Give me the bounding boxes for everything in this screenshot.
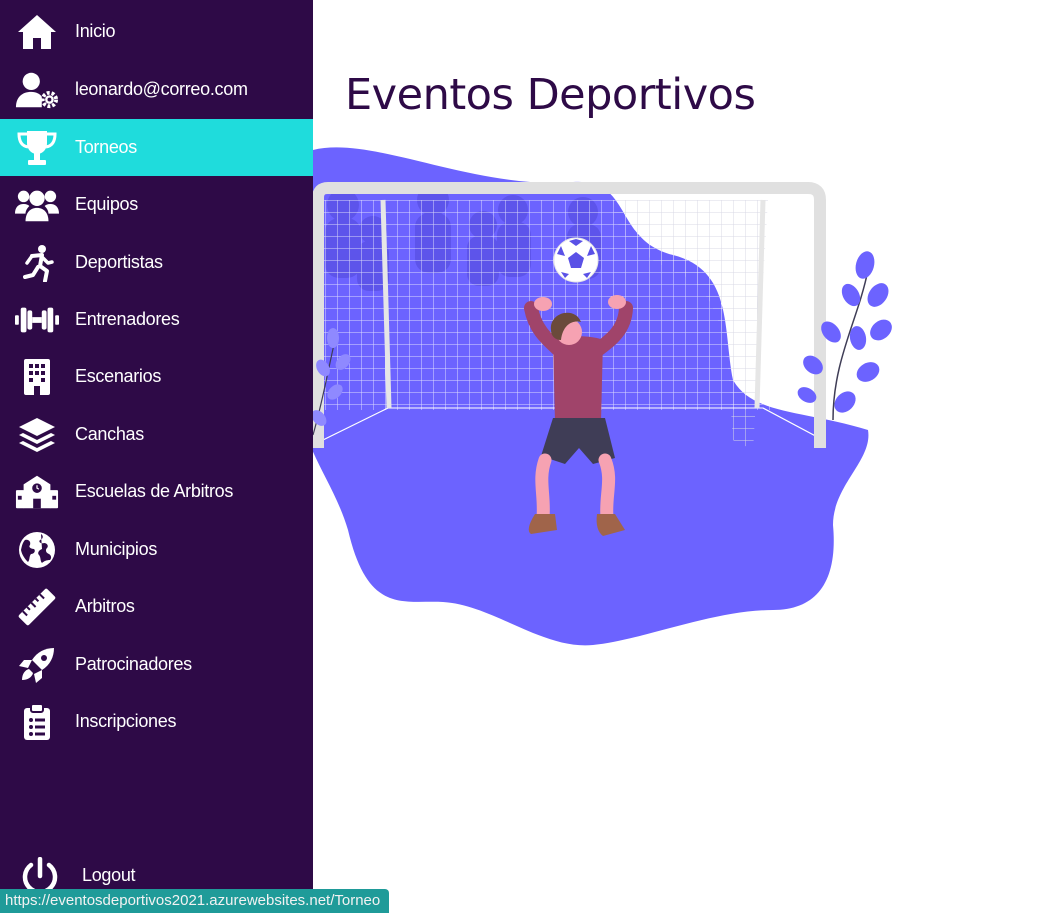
home-icon bbox=[15, 10, 59, 54]
sidebar-item-label: Patrocinadores bbox=[75, 654, 192, 674]
sidebar-item-label: Equipos bbox=[75, 194, 138, 214]
goalkeeper-illustration bbox=[303, 140, 903, 660]
sidebar-item-inicio[interactable]: Inicio bbox=[0, 3, 313, 60]
running-icon bbox=[15, 241, 59, 285]
layers-icon bbox=[15, 413, 59, 457]
dumbbell-icon bbox=[15, 298, 59, 342]
logout-label: Logout bbox=[82, 865, 136, 885]
sidebar-item-escenarios[interactable]: Escenarios bbox=[0, 348, 313, 405]
sidebar: Inicio leonardo@correo.com Torneos Equip… bbox=[0, 0, 313, 913]
sidebar-item-municipios[interactable]: Municipios bbox=[0, 521, 313, 578]
sidebar-item-label: Municipios bbox=[75, 539, 158, 559]
sidebar-item-label: Escuelas de Arbitros bbox=[75, 481, 234, 501]
building-icon bbox=[15, 355, 59, 399]
sidebar-item-patrocinadores[interactable]: Patrocinadores bbox=[0, 636, 313, 693]
school-icon bbox=[15, 470, 59, 514]
sidebar-item-label: Inscripciones bbox=[75, 711, 177, 731]
rocket-icon bbox=[15, 643, 59, 687]
soccer-ball bbox=[553, 237, 599, 283]
sidebar-item-entrenadores[interactable]: Entrenadores bbox=[0, 291, 313, 348]
sidebar-item-deportistas[interactable]: Deportistas bbox=[0, 234, 313, 291]
sidebar-item-label: leonardo@correo.com bbox=[75, 79, 248, 99]
page-title: Eventos Deportivos bbox=[345, 70, 756, 120]
plant-right bbox=[797, 251, 892, 421]
sidebar-item-label: Inicio bbox=[75, 21, 116, 41]
globe-icon bbox=[15, 528, 59, 572]
sidebar-item-escuelas[interactable]: Escuelas de Arbitros bbox=[0, 463, 313, 520]
sidebar-item-arbitros[interactable]: Arbitros bbox=[0, 578, 313, 635]
ruler-icon bbox=[15, 585, 59, 629]
sidebar-item-label: Arbitros bbox=[75, 596, 135, 616]
sidebar-item-canchas[interactable]: Canchas bbox=[0, 406, 313, 463]
sidebar-item-label: Torneos bbox=[75, 137, 137, 157]
users-icon bbox=[15, 183, 59, 227]
sidebar-item-inscripciones[interactable]: Inscripciones bbox=[0, 693, 313, 750]
sidebar-item-user[interactable]: leonardo@correo.com bbox=[0, 61, 313, 118]
status-bar-url: https://eventosdeportivos2021.azurewebsi… bbox=[0, 889, 390, 913]
sidebar-item-equipos[interactable]: Equipos bbox=[0, 176, 313, 233]
clipboard-list-icon bbox=[15, 700, 59, 744]
sidebar-item-label: Entrenadores bbox=[75, 309, 180, 329]
sidebar-item-label: Canchas bbox=[75, 424, 144, 444]
sidebar-item-torneos[interactable]: Torneos bbox=[0, 119, 313, 176]
trophy-icon bbox=[15, 126, 59, 170]
sidebar-item-label: Escenarios bbox=[75, 366, 162, 386]
user-cog-icon bbox=[15, 68, 59, 112]
sidebar-item-label: Deportistas bbox=[75, 252, 163, 272]
